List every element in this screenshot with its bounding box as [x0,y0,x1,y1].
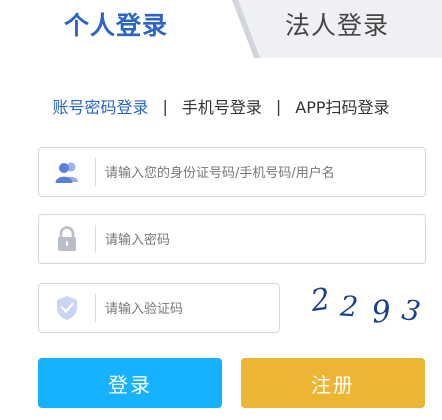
captcha-char: 2 [338,289,359,323]
captcha-image[interactable]: 2 2 9 3 [300,280,430,331]
login-button[interactable]: 登录 [38,358,222,408]
tab-personal-label: 个人登录 [63,11,168,40]
password-input[interactable] [103,215,417,265]
tab-personal-login[interactable]: 个人登录 [0,0,232,58]
username-input[interactable] [103,148,417,198]
login-tabs: 个人登录 法人登录 [0,0,442,58]
tab-legal-login[interactable]: 法人登录 [232,0,442,58]
user-icon [39,148,95,196]
field-divider [95,158,96,186]
method-phone[interactable]: 手机号登录 [182,94,262,118]
captcha-field[interactable] [38,283,280,334]
method-separator: | [162,96,168,116]
captcha-input[interactable] [103,284,271,334]
field-divider [95,225,96,253]
password-field[interactable] [38,214,426,265]
method-app-scan[interactable]: APP扫码登录 [295,94,389,118]
tab-slant-divider [232,0,260,58]
captcha-char: 3 [400,293,423,329]
login-method-selector: 账号密码登录 | 手机号登录 | APP扫码登录 [0,93,442,119]
shield-check-icon [39,284,95,332]
lock-icon [39,215,95,263]
captcha-char: 2 [308,282,333,319]
captcha-char: 9 [370,294,393,330]
field-divider [95,294,96,322]
register-button[interactable]: 注册 [241,358,425,408]
username-field[interactable] [38,147,426,198]
method-separator: | [275,96,282,116]
tab-legal-label: 法人登录 [284,11,389,40]
method-account-password[interactable]: 账号密码登录 [52,94,148,118]
